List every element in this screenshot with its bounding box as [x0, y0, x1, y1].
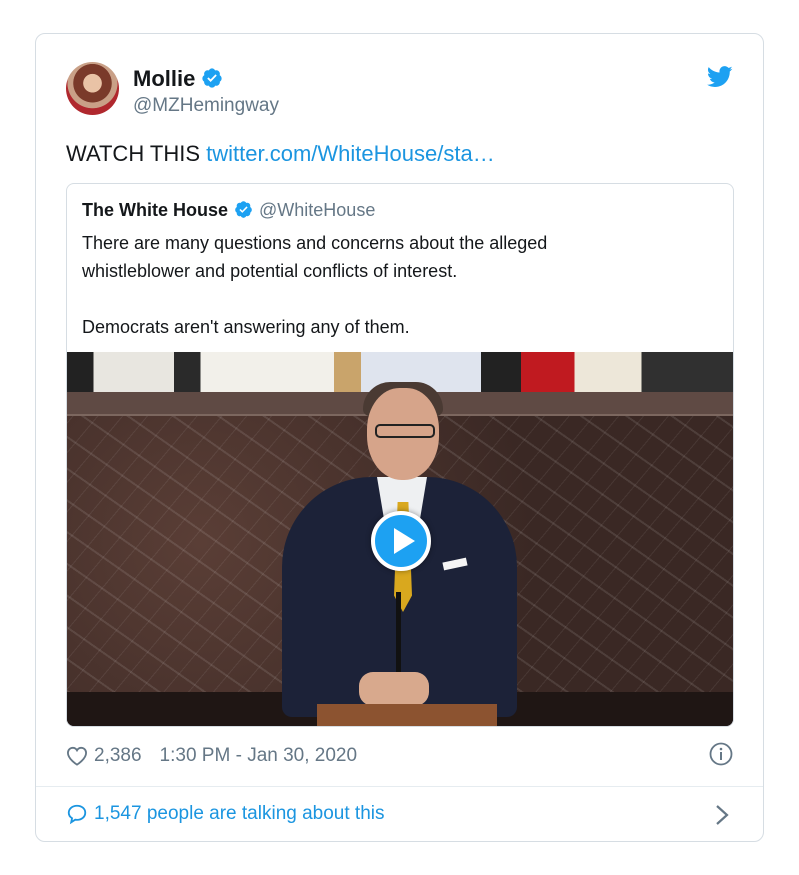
- quoted-header: The White House @WhiteHouse: [82, 200, 375, 221]
- info-icon[interactable]: [709, 742, 733, 766]
- like-count[interactable]: 2,386: [94, 745, 142, 767]
- quoted-author-name[interactable]: The White House: [82, 200, 228, 220]
- chevron-right-icon[interactable]: [715, 804, 729, 826]
- speaker-hands: [359, 672, 429, 706]
- author-name-row[interactable]: Mollie: [133, 66, 223, 92]
- speaker-glasses: [375, 424, 435, 438]
- quoted-author-handle[interactable]: @WhiteHouse: [259, 200, 375, 220]
- timestamp[interactable]: 1:30 PM - Jan 30, 2020: [160, 745, 358, 767]
- quoted-text: There are many questions and concerns ab…: [82, 233, 548, 337]
- verified-badge-icon: [202, 68, 222, 88]
- heart-icon[interactable]: [66, 746, 88, 766]
- tweet-meta: 2,386 1:30 PM - Jan 30, 2020: [66, 745, 357, 767]
- avatar[interactable]: [66, 62, 119, 115]
- author-handle[interactable]: @MZHemingway: [133, 95, 279, 117]
- tweet-body: WATCH THIS: [66, 141, 201, 166]
- twitter-bird-icon[interactable]: [707, 66, 733, 88]
- tweet-card[interactable]: Mollie @MZHemingway WATCH THIS twitter.c…: [35, 33, 764, 842]
- divider: [36, 786, 763, 787]
- speech-bubble-icon: [67, 804, 87, 825]
- tweet-text: WATCH THIS twitter.com/WhiteHouse/sta…: [66, 141, 495, 167]
- play-button[interactable]: [371, 511, 431, 571]
- author-name[interactable]: Mollie: [133, 66, 195, 91]
- quoted-tweet[interactable]: The White House @WhiteHouse There are man…: [66, 183, 734, 727]
- podium: [317, 704, 497, 726]
- video-thumbnail[interactable]: [67, 352, 733, 726]
- talking-count[interactable]: 1,547 people are talking about this: [94, 803, 385, 825]
- play-icon: [394, 528, 415, 554]
- conversation-link[interactable]: 1,547 people are talking about this: [66, 803, 385, 825]
- verified-badge-icon: [235, 201, 252, 218]
- tweet-link[interactable]: twitter.com/WhiteHouse/sta…: [206, 141, 495, 166]
